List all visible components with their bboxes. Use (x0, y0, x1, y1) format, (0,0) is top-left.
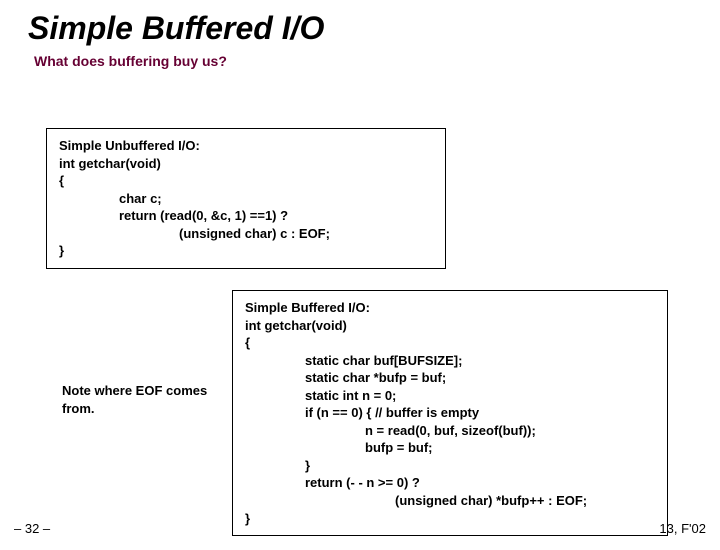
code-box-unbuffered: Simple Unbuffered I/O: int getchar(void)… (46, 128, 446, 269)
code-line: bufp = buf; (245, 439, 655, 457)
code-line: } (59, 242, 433, 260)
code-line: (unsigned char) c : EOF; (59, 225, 433, 243)
code-line: (unsigned char) *bufp++ : EOF; (245, 492, 655, 510)
code-line: return (read(0, &c, 1) ==1) ? (59, 207, 433, 225)
code-line: { (59, 172, 433, 190)
footer-right: 13, F'02 (659, 521, 706, 536)
code-line: return (- - n >= 0) ? (245, 474, 655, 492)
code-line: static char *bufp = buf; (245, 369, 655, 387)
code-line: static int n = 0; (245, 387, 655, 405)
code-line: char c; (59, 190, 433, 208)
code-line: if (n == 0) { // buffer is empty (245, 404, 655, 422)
code-label: Simple Unbuffered I/O: (59, 137, 433, 155)
code-box-buffered: Simple Buffered I/O: int getchar(void) {… (232, 290, 668, 536)
code-line: int getchar(void) (59, 155, 433, 173)
code-line: int getchar(void) (245, 317, 655, 335)
code-line: } (245, 457, 655, 475)
page-number: – 32 – (14, 521, 50, 536)
code-line: static char buf[BUFSIZE]; (245, 352, 655, 370)
code-line: { (245, 334, 655, 352)
slide-title: Simple Buffered I/O (28, 10, 720, 47)
code-label: Simple Buffered I/O: (245, 299, 655, 317)
slide-subtitle: What does buffering buy us? (34, 53, 720, 69)
code-line: } (245, 510, 655, 528)
eof-note: Note where EOF comes from. (62, 382, 212, 417)
code-line: n = read(0, buf, sizeof(buf)); (245, 422, 655, 440)
